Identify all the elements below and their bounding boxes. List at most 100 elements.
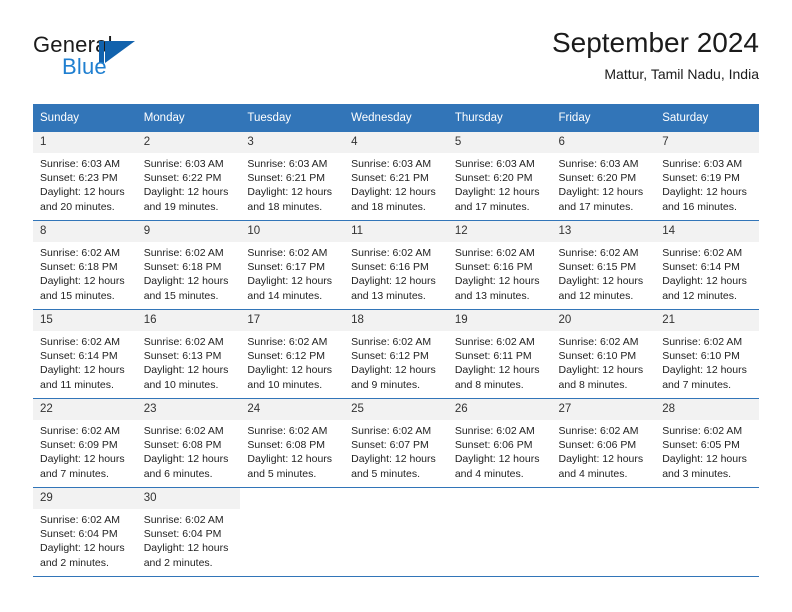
day-detail: Sunrise: 6:02 AM Sunset: 6:08 PM Daylight:… (240, 420, 344, 481)
day-detail: Sunrise: 6:03 AM Sunset: 6:19 PM Daylight:… (655, 153, 759, 214)
calendar-day-cell[interactable]: 2 Sunrise: 6:03 AM Sunset: 6:22 PM Daylight… (136, 132, 241, 221)
calendar-day-cell[interactable]: 8 Sunrise: 6:02 AM Sunset: 6:18 PM Daylight… (33, 220, 137, 310)
calendar-day-cell[interactable]: 22 Sunrise: 6:02 AM Sunset: 6:09 PM Dayligh… (33, 398, 137, 488)
day-detail: Sunrise: 6:02 AM Sunset: 6:10 PM Daylight:… (552, 331, 656, 392)
daylight-text-line1: Daylight: 12 hours (454, 364, 540, 377)
calendar-day-cell[interactable]: 25 Sunrise: 6:02 AM Sunset: 6:07 PM Dayligh… (344, 398, 448, 488)
calendar-day-cell[interactable]: 10 Sunrise: 6:02 AM Sunset: 6:17 PM Dayligh… (240, 220, 345, 310)
calendar-day-cell[interactable]: 1 Sunrise: 6:03 AM Sunset: 6:23 PM Daylight… (33, 132, 137, 221)
calendar-day-cell[interactable]: 4 Sunrise: 6:03 AM Sunset: 6:21 PM Daylight… (344, 132, 448, 221)
day-detail: Sunrise: 6:02 AM Sunset: 6:18 PM Daylight:… (137, 242, 241, 303)
daylight-text-line1: Daylight: 12 hours (247, 275, 333, 288)
calendar-day-cell[interactable]: 11 Sunrise: 6:02 AM Sunset: 6:16 PM Dayligh… (344, 220, 448, 310)
sunset-text: Sunset: 6:08 PM (247, 439, 326, 452)
calendar-day-cell[interactable]: 23 Sunrise: 6:02 AM Sunset: 6:08 PM Dayligh… (136, 398, 241, 488)
sunrise-text: Sunrise: 6:02 AM (558, 336, 639, 348)
sunrise-text: Sunrise: 6:02 AM (247, 425, 328, 437)
day-number: 4 (344, 132, 448, 153)
day-detail: Sunrise: 6:02 AM Sunset: 6:09 PM Daylight:… (33, 420, 137, 481)
calendar-day-cell[interactable]: 5 Sunrise: 6:03 AM Sunset: 6:20 PM Daylight… (447, 132, 552, 221)
calendar-day-cell-empty (551, 487, 656, 577)
daylight-text-line1: Daylight: 12 hours (143, 275, 229, 288)
calendar-day-cell[interactable]: 29 Sunrise: 6:02 AM Sunset: 6:04 PM Dayligh… (33, 487, 137, 577)
weekday-header-tuesday: Tuesday (240, 104, 345, 132)
daylight-text-line2: and 10 minutes. (143, 378, 219, 391)
sunset-text: Sunset: 6:16 PM (351, 261, 429, 274)
triangle-flag-icon (105, 41, 135, 63)
weekday-header-sunday: Sunday (33, 104, 137, 132)
calendar-day-cell[interactable]: 3 Sunrise: 6:03 AM Sunset: 6:21 PM Daylight… (240, 132, 345, 221)
calendar-body: 1 Sunrise: 6:03 AM Sunset: 6:23 PM Daylight… (33, 132, 759, 577)
daylight-text-line2: and 9 minutes. (351, 378, 420, 391)
brand-logo[interactable]: General Blue (33, 32, 163, 84)
daylight-text-line2: and 16 minutes. (662, 200, 737, 213)
daylight-text-line2: and 12 minutes. (558, 289, 634, 302)
calendar-day-cell[interactable]: 17 Sunrise: 6:02 AM Sunset: 6:12 PM Dayligh… (240, 309, 345, 399)
sunset-text: Sunset: 6:18 PM (143, 261, 222, 274)
calendar-day-cell[interactable]: 28 Sunrise: 6:02 AM Sunset: 6:05 PM Dayligh… (655, 398, 759, 488)
calendar-day-cell[interactable]: 14 Sunrise: 6:02 AM Sunset: 6:14 PM Dayligh… (655, 220, 759, 310)
calendar-day-cell[interactable]: 18 Sunrise: 6:02 AM Sunset: 6:12 PM Dayligh… (344, 309, 448, 399)
sunrise-text: Sunrise: 6:02 AM (40, 514, 120, 526)
calendar-day-cell[interactable]: 30 Sunrise: 6:02 AM Sunset: 6:04 PM Dayligh… (136, 487, 241, 577)
calendar-day-cell[interactable]: 21 Sunrise: 6:02 AM Sunset: 6:10 PM Dayligh… (655, 309, 759, 399)
daylight-text-line1: Daylight: 12 hours (454, 275, 540, 288)
sunset-text: Sunset: 6:18 PM (40, 261, 118, 274)
day-number: 1 (33, 132, 137, 153)
day-detail: Sunrise: 6:02 AM Sunset: 6:16 PM Daylight:… (448, 242, 552, 303)
calendar-day-cell[interactable]: 24 Sunrise: 6:02 AM Sunset: 6:08 PM Dayligh… (240, 398, 345, 488)
daylight-text-line1: Daylight: 12 hours (351, 364, 436, 377)
day-number (344, 488, 448, 509)
calendar-day-cell[interactable]: 27 Sunrise: 6:02 AM Sunset: 6:06 PM Dayligh… (551, 398, 656, 488)
day-number: 28 (655, 399, 759, 420)
sunset-text: Sunset: 6:09 PM (40, 439, 118, 452)
daylight-text-line2: and 19 minutes. (143, 200, 219, 213)
daylight-text-line2: and 18 minutes. (351, 200, 426, 213)
day-number (240, 488, 345, 509)
calendar-day-cell-empty (655, 487, 759, 577)
calendar-day-cell[interactable]: 16 Sunrise: 6:02 AM Sunset: 6:13 PM Dayligh… (136, 309, 241, 399)
calendar-day-cell[interactable]: 7 Sunrise: 6:03 AM Sunset: 6:19 PM Daylight… (655, 132, 759, 221)
weekday-header-thursday: Thursday (447, 104, 552, 132)
calendar-day-cell[interactable]: 13 Sunrise: 6:02 AM Sunset: 6:15 PM Dayligh… (551, 220, 656, 310)
day-detail: Sunrise: 6:02 AM Sunset: 6:11 PM Daylight:… (448, 331, 552, 392)
sunrise-text: Sunrise: 6:02 AM (247, 247, 328, 259)
day-detail: Sunrise: 6:03 AM Sunset: 6:22 PM Daylight:… (137, 153, 241, 214)
day-detail: Sunrise: 6:03 AM Sunset: 6:20 PM Daylight:… (448, 153, 552, 214)
sunrise-text: Sunrise: 6:02 AM (662, 425, 743, 437)
sunrise-text: Sunrise: 6:02 AM (558, 247, 639, 259)
day-number: 9 (136, 221, 241, 242)
day-detail: Sunrise: 6:02 AM Sunset: 6:05 PM Daylight:… (655, 420, 759, 481)
day-detail: Sunrise: 6:02 AM Sunset: 6:06 PM Daylight:… (552, 420, 656, 481)
day-number: 23 (136, 399, 241, 420)
day-number: 12 (447, 221, 552, 242)
daylight-text-line2: and 2 minutes. (143, 556, 213, 569)
sunset-text: Sunset: 6:05 PM (662, 439, 740, 452)
sunrise-text: Sunrise: 6:02 AM (662, 336, 743, 348)
calendar-day-cell[interactable]: 15 Sunrise: 6:02 AM Sunset: 6:14 PM Dayligh… (33, 309, 137, 399)
sunrise-text: Sunrise: 6:02 AM (247, 336, 328, 348)
calendar-week-row: 15 Sunrise: 6:02 AM Sunset: 6:14 PM Dayligh… (33, 309, 759, 399)
daylight-text-line2: and 7 minutes. (40, 467, 109, 480)
calendar-day-cell[interactable]: 9 Sunrise: 6:02 AM Sunset: 6:18 PM Daylight… (136, 220, 241, 310)
day-number: 7 (655, 132, 759, 153)
day-detail: Sunrise: 6:02 AM Sunset: 6:18 PM Daylight:… (33, 242, 137, 303)
day-detail: Sunrise: 6:02 AM Sunset: 6:06 PM Daylight:… (448, 420, 552, 481)
calendar-day-cell[interactable]: 6 Sunrise: 6:03 AM Sunset: 6:20 PM Daylight… (551, 132, 656, 221)
sunrise-text: Sunrise: 6:02 AM (40, 425, 120, 437)
daylight-text-line2: and 17 minutes. (558, 200, 634, 213)
calendar-day-cell[interactable]: 12 Sunrise: 6:02 AM Sunset: 6:16 PM Dayligh… (447, 220, 552, 310)
page-title: September 2024 (551, 27, 759, 58)
day-number: 19 (447, 310, 552, 331)
daylight-text-line1: Daylight: 12 hours (143, 542, 229, 555)
sunrise-text: Sunrise: 6:03 AM (558, 158, 639, 170)
calendar-day-cell[interactable]: 26 Sunrise: 6:02 AM Sunset: 6:06 PM Dayligh… (447, 398, 552, 488)
calendar-day-cell[interactable]: 19 Sunrise: 6:02 AM Sunset: 6:11 PM Dayligh… (447, 309, 552, 399)
sunset-text: Sunset: 6:17 PM (247, 261, 326, 274)
brand-name-blue: Blue (62, 54, 107, 79)
calendar-day-cell[interactable]: 20 Sunrise: 6:02 AM Sunset: 6:10 PM Dayligh… (551, 309, 656, 399)
daylight-text-line1: Daylight: 12 hours (351, 275, 436, 288)
day-number: 13 (551, 221, 656, 242)
daylight-text-line2: and 4 minutes. (558, 467, 628, 480)
daylight-text-line1: Daylight: 12 hours (40, 275, 125, 288)
